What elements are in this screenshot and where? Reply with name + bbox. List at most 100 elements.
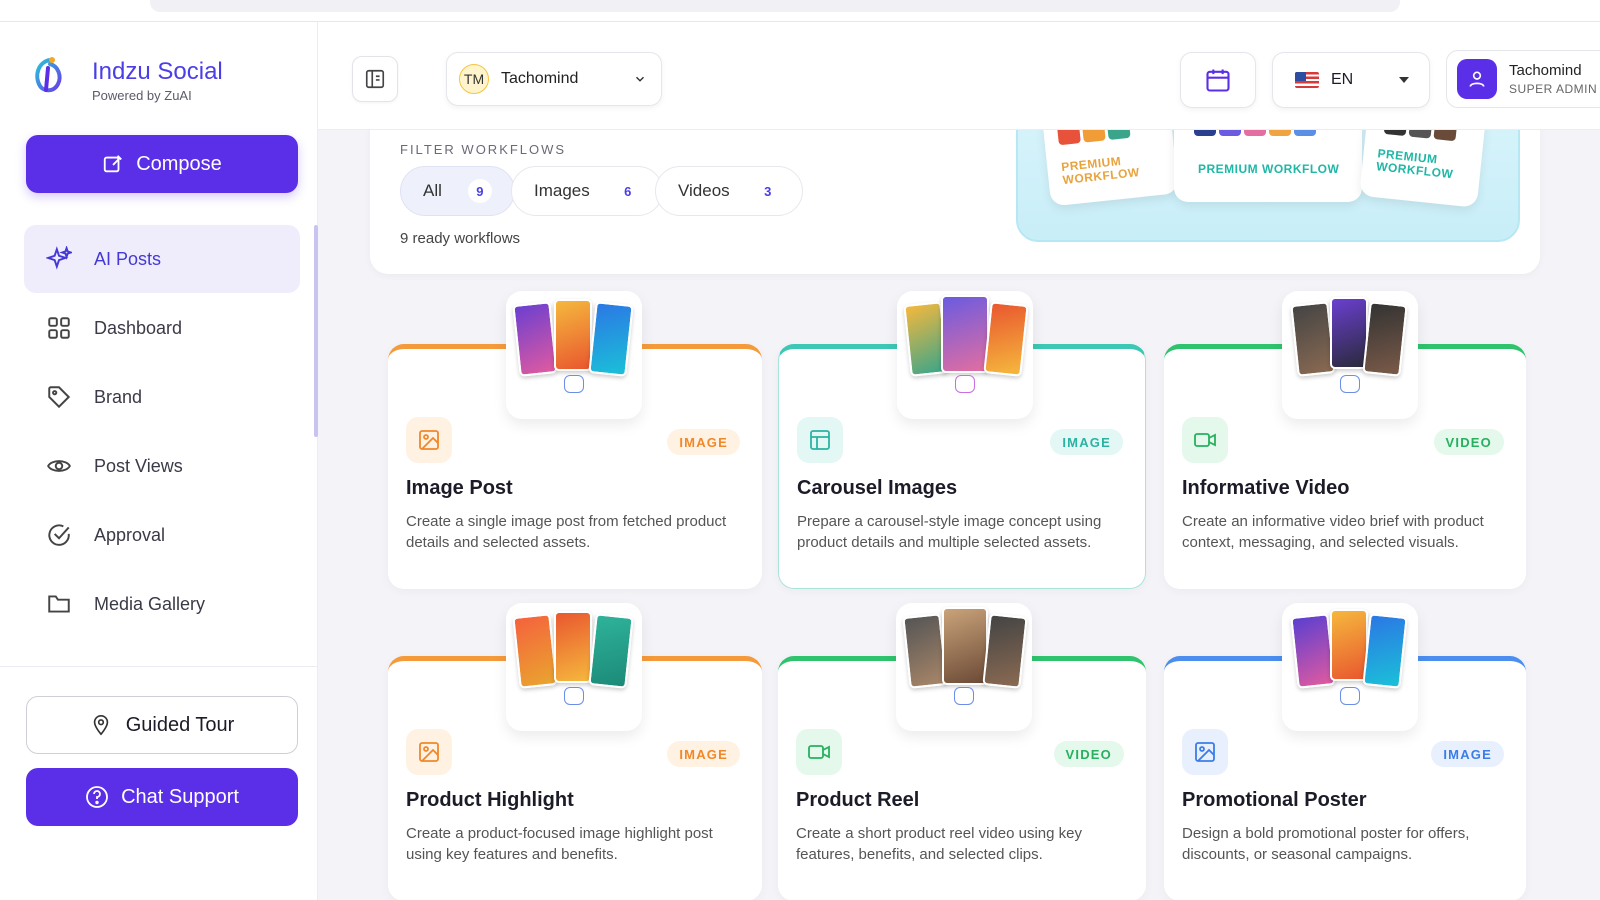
brand-logo-icon <box>28 54 72 98</box>
workspace-avatar: TM <box>459 64 489 94</box>
sidebar-item-label: Media Gallery <box>94 593 206 614</box>
premium-label: PREMIUM WORKFLOW <box>1198 162 1340 176</box>
sidebar-item-media-gallery[interactable]: Media Gallery <box>24 570 300 638</box>
layout-icon <box>797 417 843 463</box>
workflow-title: Product Highlight <box>406 789 574 811</box>
premium-thumbnails <box>1383 130 1459 142</box>
sidebar-divider <box>0 666 318 667</box>
sidebar-item-dashboard[interactable]: Dashboard <box>24 294 300 362</box>
folder-icon <box>48 595 70 613</box>
chat-support-label: Chat Support <box>121 785 239 808</box>
workflow-type-badge: IMAGE <box>667 741 740 767</box>
preview-thumbnail <box>983 301 1029 377</box>
filter-chip-all[interactable]: All 9 <box>400 166 515 216</box>
sidebar-item-label: Post Views <box>94 455 183 476</box>
sparkles-icon <box>46 246 72 270</box>
brand-tagline: Powered by ZuAI <box>92 88 192 103</box>
language-selector[interactable]: EN <box>1272 52 1430 108</box>
workflow-description: Create an informative video brief with p… <box>1182 513 1484 551</box>
workflow-card-image-post[interactable]: IMAGE Image Post Create a single image p… <box>388 291 762 589</box>
workflow-type-badge: IMAGE <box>667 429 740 455</box>
brand-name: Indzu Social <box>92 58 223 85</box>
workspace-name: Tachomind <box>501 70 579 87</box>
address-bar-fragment <box>150 0 1400 12</box>
workspace-selector[interactable]: TM Tachomind <box>446 52 662 106</box>
image-badge-icon <box>564 687 584 705</box>
chip-count: 3 <box>764 183 772 199</box>
calendar-icon <box>1206 69 1230 92</box>
preview-thumbnail <box>1362 613 1408 689</box>
filter-chip-images[interactable]: Images 6 <box>511 166 663 216</box>
sidebar-item-approval[interactable]: Approval <box>24 501 300 569</box>
workflow-card-informative-video[interactable]: VIDEO Informative Video Create an inform… <box>1164 291 1526 589</box>
workflow-title: Informative Video <box>1182 477 1350 499</box>
chip-label: All <box>423 181 442 200</box>
carousel-badge-icon <box>955 375 975 393</box>
premium-thumbnails <box>1055 130 1131 146</box>
compose-button[interactable]: Compose <box>26 135 298 193</box>
image-badge-icon <box>564 375 584 393</box>
user-name: Tachomind <box>1509 62 1582 79</box>
us-flag-icon <box>1295 72 1319 88</box>
preview-thumbnail <box>554 299 592 371</box>
premium-card: PREMIUM WORKFLOW <box>1041 130 1179 207</box>
premium-workflows-banner: PREMIUM WORKFLOW PREMIUM WORKFLOW PREMIU… <box>1016 130 1520 242</box>
workflow-preview <box>506 291 642 419</box>
video-icon <box>1182 417 1228 463</box>
workflow-title: Product Reel <box>796 789 920 811</box>
main-content: FILTER WORKFLOWS All 9 Images 6 Videos 3… <box>318 130 1600 900</box>
premium-card: PREMIUM WORKFLOW <box>1174 130 1362 202</box>
chip-label: Images <box>534 181 590 200</box>
preview-thumbnail <box>554 611 592 683</box>
workflow-preview <box>1282 291 1418 419</box>
preview-thumbnail <box>512 301 558 377</box>
workflow-type-badge: VIDEO <box>1053 741 1124 767</box>
workflow-card-promotional-poster[interactable]: IMAGE Promotional Poster Design a bold p… <box>1164 603 1526 900</box>
sidebar-item-post-views[interactable]: Post Views <box>24 432 300 500</box>
edit-icon <box>104 155 123 173</box>
preview-thumbnail <box>588 613 634 689</box>
preview-thumbnail <box>902 613 948 689</box>
tag-icon <box>48 386 71 409</box>
preview-thumbnail <box>1290 301 1336 377</box>
chip-count: 9 <box>467 179 492 203</box>
preview-thumbnail <box>1290 613 1336 689</box>
sidebar-toggle-button[interactable] <box>352 56 398 102</box>
filter-chip-videos[interactable]: Videos 3 <box>655 166 803 216</box>
caret-down-icon <box>1399 77 1409 83</box>
preview-thumbnail <box>1362 301 1408 377</box>
sidebar-item-ai-posts[interactable]: AI Posts <box>24 225 300 293</box>
sidebar-item-brand[interactable]: Brand <box>24 363 300 431</box>
video-badge-icon <box>954 687 974 705</box>
guided-tour-label: Guided Tour <box>125 713 235 736</box>
chat-support-button[interactable]: Chat Support <box>26 768 298 826</box>
premium-thumbnails <box>1194 130 1316 136</box>
user-avatar-icon <box>1457 59 1497 99</box>
workflow-preview <box>897 291 1033 419</box>
image-icon <box>406 417 452 463</box>
workflow-card-product-reel[interactable]: VIDEO Product Reel Create a short produc… <box>778 603 1146 900</box>
browser-top-strip <box>0 0 1600 22</box>
workflow-preview <box>1282 603 1418 731</box>
premium-label: PREMIUM WORKFLOW <box>1375 146 1454 182</box>
sidebar: Indzu Social Powered by ZuAI Compose AI … <box>0 22 318 900</box>
workflow-title: Promotional Poster <box>1182 789 1367 811</box>
workflow-card-carousel-images[interactable]: IMAGE Carousel Images Prepare a carousel… <box>778 291 1146 589</box>
user-profile-menu[interactable]: Tachomind SUPER ADMIN <box>1446 50 1600 108</box>
image-icon <box>1182 729 1228 775</box>
panel-left-icon <box>365 69 385 89</box>
chip-count: 6 <box>624 183 632 199</box>
calendar-button[interactable] <box>1180 52 1256 108</box>
guided-tour-button[interactable]: Guided Tour <box>26 696 298 754</box>
preview-thumbnail <box>941 295 989 373</box>
preview-thumbnail <box>512 613 558 689</box>
image-badge-icon <box>1340 687 1360 705</box>
compose-label: Compose <box>136 152 222 175</box>
premium-card: PREMIUM WORKFLOW <box>1359 130 1487 208</box>
map-pin-icon <box>93 715 108 736</box>
workflow-card-product-highlight[interactable]: IMAGE Product Highlight Create a product… <box>388 603 762 900</box>
ready-workflows-count: 9 ready workflows <box>400 230 521 247</box>
workflow-description: Create a product-focused image highlight… <box>406 825 713 863</box>
sidebar-item-label: AI Posts <box>94 248 162 269</box>
workflow-title: Carousel Images <box>797 477 958 499</box>
